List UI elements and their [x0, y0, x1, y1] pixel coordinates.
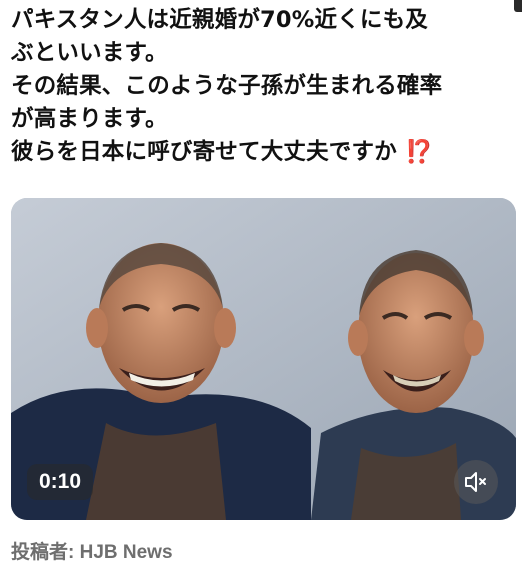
post-line-3: その結果、このような子孫が生まれる確率 — [11, 73, 443, 99]
post-line-4: が高まります。 — [11, 106, 168, 132]
post-line-2: ぶといいます。 — [11, 40, 168, 66]
exclamation-question-icon: ⁉️ — [404, 139, 434, 165]
post-author-byline[interactable]: 投稿者: HJB News — [11, 537, 173, 564]
mute-button[interactable] — [454, 460, 498, 504]
video-player[interactable]: 0:10 — [11, 198, 516, 520]
video-duration-badge: 0:10 — [27, 464, 94, 500]
speaker-muted-icon — [465, 472, 486, 492]
post-line-5: 彼らを日本に呼び寄せて大丈夫ですか ⁉️ — [11, 136, 516, 169]
post-body: パキスタン人は近親婚が70%近くにも及 ぶといいます。 その結果、このような子孫… — [11, 4, 516, 169]
post-line-1: パキスタン人は近親婚が70%近くにも及 — [11, 7, 428, 33]
post-line-5-text: 彼らを日本に呼び寄せて大丈夫ですか — [11, 139, 397, 165]
